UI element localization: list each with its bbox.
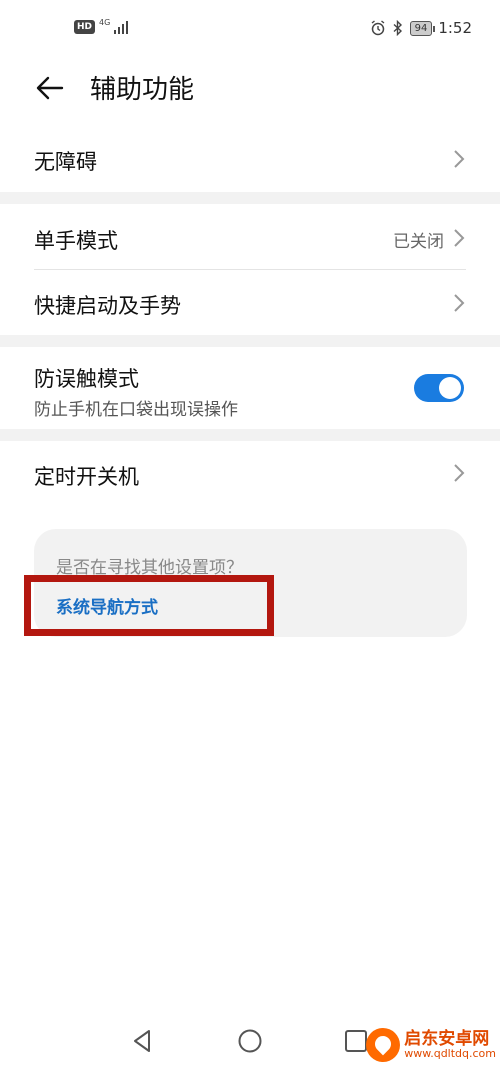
row-scheduled-power-title: 定时开关机 bbox=[34, 465, 139, 489]
nav-back-icon[interactable] bbox=[130, 1028, 156, 1054]
battery-icon: 94 bbox=[409, 20, 436, 36]
row-one-hand-mode-title: 单手模式 bbox=[34, 229, 118, 253]
section-gap bbox=[0, 429, 500, 441]
highlight-box bbox=[24, 575, 274, 636]
row-mistouch-subtitle: 防止手机在口袋出现误操作 bbox=[34, 400, 238, 420]
row-quick-launch-title: 快捷启动及手势 bbox=[34, 294, 181, 318]
row-mistouch-title: 防误触模式 bbox=[34, 367, 139, 391]
status-bar: HD 4G 94 1:52 bbox=[0, 0, 500, 60]
watermark-text: 启东安卓网 www.qdltdq.com bbox=[404, 1028, 496, 1061]
row-accessibility-title: 无障碍 bbox=[34, 150, 97, 174]
toggle-knob bbox=[439, 377, 461, 399]
chevron-right-icon bbox=[454, 464, 465, 482]
mistouch-toggle[interactable] bbox=[414, 374, 464, 402]
row-one-hand-mode[interactable]: 单手模式 已关闭 bbox=[0, 205, 500, 270]
bluetooth-icon bbox=[393, 20, 402, 36]
status-left: HD 4G bbox=[74, 18, 129, 34]
row-scheduled-power[interactable]: 定时开关机 bbox=[0, 441, 500, 505]
chevron-right-icon bbox=[454, 150, 465, 168]
nav-home-icon[interactable] bbox=[237, 1028, 263, 1054]
hd-badge: HD bbox=[74, 20, 96, 34]
signal-icon bbox=[114, 20, 129, 34]
watermark-url: www.qdltdq.com bbox=[404, 1047, 496, 1061]
chevron-right-icon bbox=[454, 229, 465, 247]
section-gap bbox=[0, 335, 500, 347]
watermark-logo-icon bbox=[366, 1028, 401, 1062]
header: 辅助功能 bbox=[0, 60, 500, 120]
chevron-right-icon bbox=[454, 294, 465, 312]
network-type: 4G bbox=[99, 18, 111, 27]
row-mistouch-mode[interactable]: 防误触模式 防止手机在口袋出现误操作 bbox=[0, 347, 500, 429]
clock: 1:52 bbox=[438, 19, 472, 37]
back-arrow-icon[interactable] bbox=[34, 72, 66, 104]
page-title: 辅助功能 bbox=[90, 75, 195, 105]
nav-recents-icon[interactable] bbox=[343, 1028, 369, 1054]
row-quick-launch[interactable]: 快捷启动及手势 bbox=[0, 270, 500, 335]
alarm-icon bbox=[371, 20, 385, 36]
row-one-hand-mode-value: 已关闭 bbox=[393, 232, 444, 252]
section-gap bbox=[0, 192, 500, 204]
row-accessibility[interactable]: 无障碍 bbox=[0, 128, 500, 190]
watermark-name: 启东安卓网 bbox=[404, 1028, 490, 1049]
status-right: 94 1:52 bbox=[370, 19, 472, 37]
watermark: 启东安卓网 www.qdltdq.com bbox=[366, 1028, 496, 1062]
